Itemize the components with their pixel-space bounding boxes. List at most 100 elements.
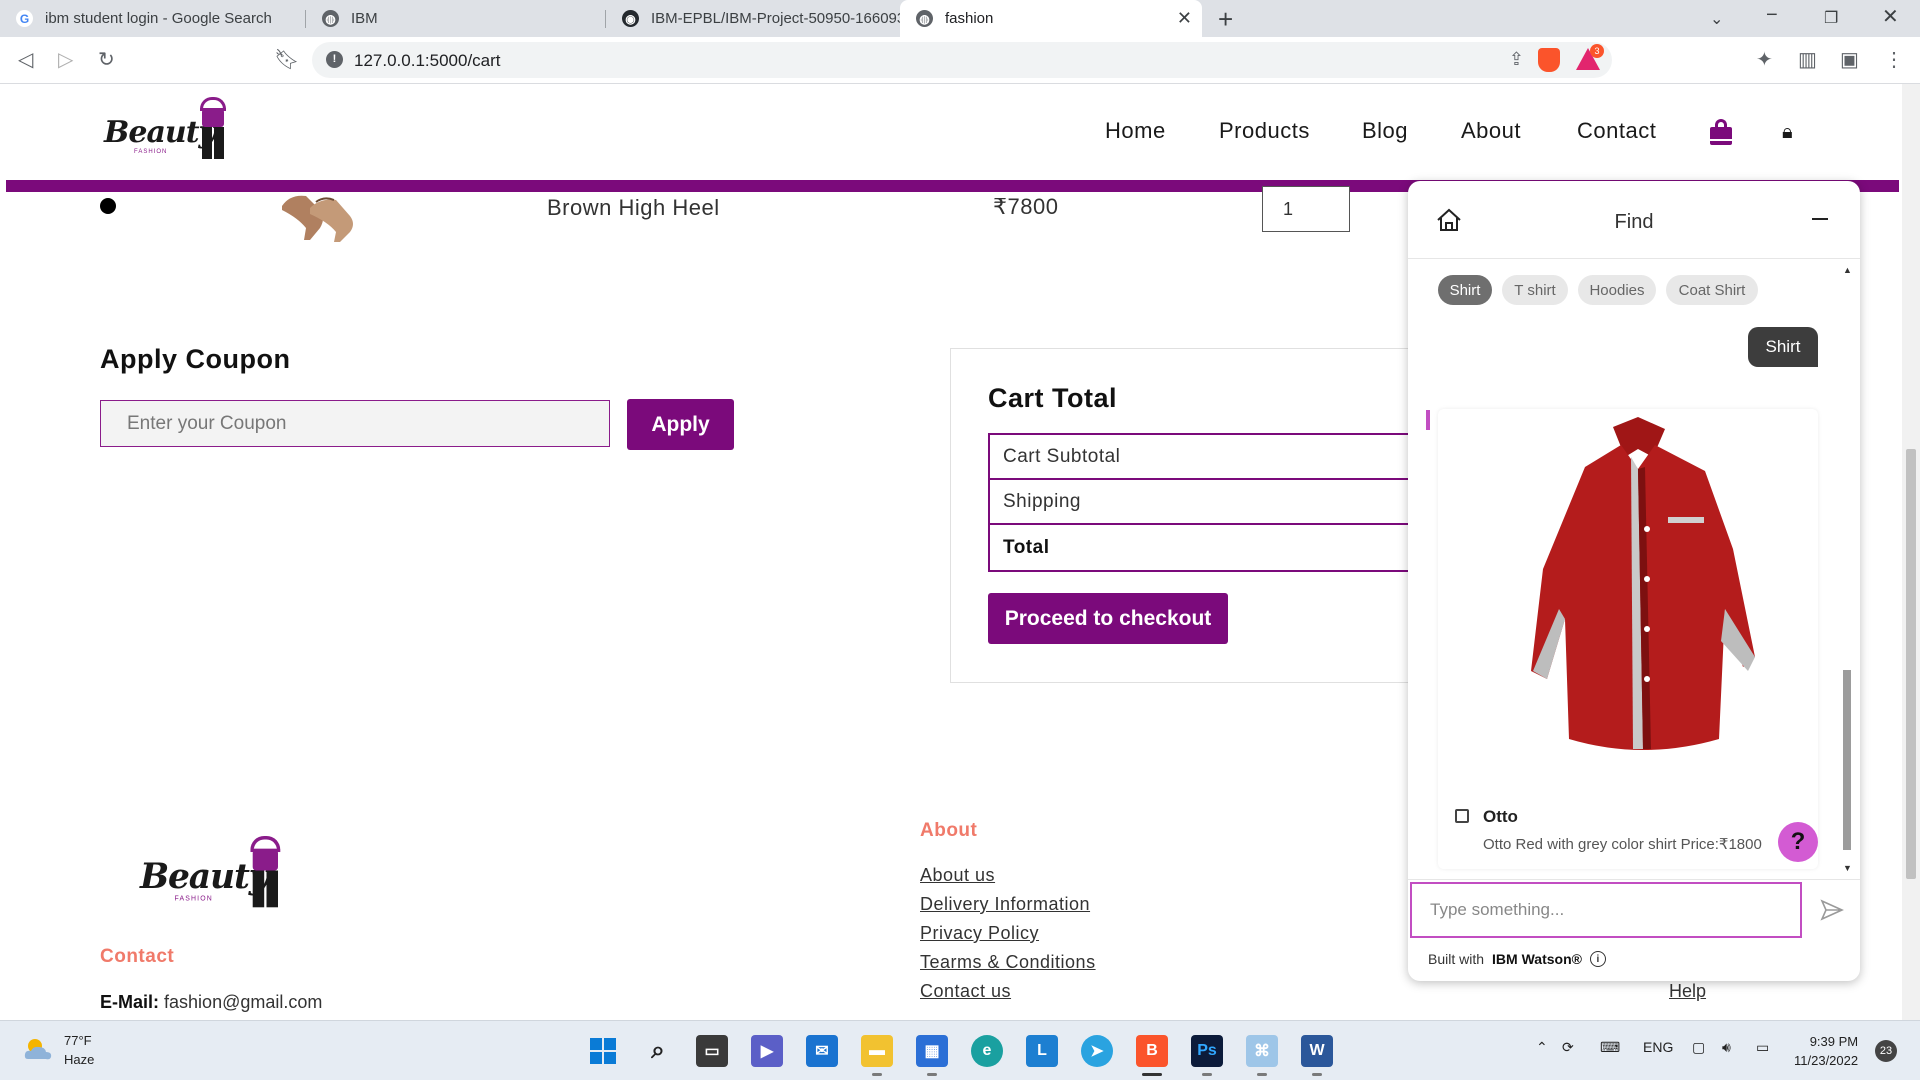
tab-ibm[interactable]: ◍ IBM [306, 0, 606, 37]
teams-chat-icon[interactable]: ▶ [751, 1035, 783, 1067]
search-icon[interactable]: ⌕ [642, 1035, 674, 1067]
address-bar[interactable]: ! 127.0.0.1:5000/cart ⇪ 3 [312, 42, 1612, 78]
image-icon [1455, 809, 1469, 823]
menu-icon[interactable]: ⋮ [1884, 47, 1904, 72]
chat-scrollbar[interactable]: ▲ ▼ [1840, 265, 1854, 875]
remove-item-dot[interactable] [100, 198, 116, 214]
bookmark-icon[interactable]: 🔖︎ [274, 47, 299, 72]
forward-icon[interactable]: ▷ [58, 47, 73, 72]
page-scrollbar-thumb[interactable] [1906, 449, 1916, 879]
system-clock[interactable]: 9:39 PM 11/23/2022 [1794, 1032, 1858, 1070]
network-icon[interactable]: ▢ [1692, 1039, 1705, 1056]
window-close-icon[interactable]: ✕ [1882, 4, 1899, 29]
proceed-to-checkout-button[interactable]: Proceed to checkout [988, 593, 1228, 644]
battery-icon[interactable]: ▭ [1756, 1039, 1769, 1056]
browser-tab-strip: G ibm student login - Google Search ◍ IB… [0, 0, 1920, 37]
chat-input-area [1408, 879, 1860, 939]
scroll-down-icon[interactable]: ▼ [1843, 863, 1852, 873]
tab-github[interactable]: ◉ IBM-EPBL/IBM-Project-50950-166093 [606, 0, 900, 37]
footer-link-privacy[interactable]: Privacy Policy [920, 923, 1039, 944]
brave-icon[interactable]: B [1136, 1035, 1168, 1067]
network-tool-icon[interactable]: ⌘ [1246, 1035, 1278, 1067]
site-info-icon[interactable]: ! [326, 51, 343, 68]
share-icon[interactable]: ⇪ [1509, 49, 1524, 70]
sidebar-icon[interactable]: ▥ [1798, 47, 1817, 72]
footer-about-heading: About [920, 820, 978, 841]
send-icon[interactable] [1820, 898, 1844, 922]
reload-icon[interactable]: ↻ [98, 47, 115, 72]
task-view-icon[interactable]: ▭ [696, 1035, 728, 1067]
windows-taskbar: 77°F Haze ⌕ ▭ ▶ ✉ ▬ ▦ e L ➤ B Ps ⌘ W ⌃ ⟳… [0, 1020, 1920, 1080]
new-tab-icon[interactable]: + [1218, 4, 1233, 35]
restore-icon[interactable]: ❐ [1824, 8, 1838, 28]
l-app-icon[interactable]: L [1026, 1035, 1058, 1067]
nav-home[interactable]: Home [1105, 118, 1166, 144]
url-text: 127.0.0.1:5000/cart [354, 51, 501, 70]
wallet-icon[interactable]: ▣ [1840, 47, 1859, 72]
footer-link-terms[interactable]: Tearms & Conditions [920, 952, 1096, 973]
sync-icon[interactable]: ⟳ [1562, 1039, 1574, 1056]
product-card[interactable]: Otto Otto Red with grey color shirt Pric… [1438, 409, 1818, 869]
email-label: E-Mail: [100, 992, 160, 1012]
tab-fashion[interactable]: ◍ fashion ✕ [900, 0, 1202, 37]
minimize-chat-icon[interactable] [1812, 218, 1828, 220]
back-icon[interactable]: ◁ [18, 47, 33, 72]
nav-contact[interactable]: Contact [1577, 118, 1656, 144]
clock-time: 9:39 PM [1809, 1034, 1859, 1049]
site-header: Beauty FASHION Home Products Blog About … [0, 85, 1902, 180]
file-explorer-icon[interactable]: ▬ [861, 1035, 893, 1067]
coupon-input[interactable] [100, 400, 610, 447]
coupon-title: Apply Coupon [100, 344, 291, 374]
info-icon[interactable]: i [1589, 951, 1606, 967]
weather-haze-icon[interactable] [22, 1035, 54, 1063]
product-image-red-shirt [1531, 417, 1755, 750]
chat-footer: Built with IBM Watson® i [1428, 951, 1606, 967]
cart-item-price: ₹7800 [993, 194, 1059, 219]
tab-search-chevron-icon[interactable]: ⌄ [1710, 9, 1723, 29]
minimize-icon[interactable]: − [1766, 4, 1778, 27]
chat-scrollbar-thumb[interactable] [1843, 670, 1851, 850]
chat-message-input[interactable] [1410, 882, 1802, 938]
tab-google-search[interactable]: G ibm student login - Google Search [0, 0, 306, 37]
show-hidden-icons-chevron-icon[interactable]: ⌃ [1536, 1039, 1548, 1056]
windows-start-icon[interactable] [587, 1035, 619, 1067]
page-scrollbar[interactable] [1902, 84, 1920, 1020]
footer-link-delivery[interactable]: Delivery Information [920, 894, 1090, 915]
footer-link-contact-us[interactable]: Contact us [920, 981, 1011, 1002]
keyboard-icon[interactable]: ⌨ [1600, 1039, 1620, 1056]
mail-icon[interactable]: ✉ [806, 1035, 838, 1067]
volume-icon[interactable]: 🔊︎ [1722, 1039, 1731, 1056]
language-indicator[interactable]: ENG [1643, 1039, 1673, 1055]
email-value: fashion@gmail.com [164, 992, 323, 1012]
apply-coupon-button[interactable]: Apply [627, 399, 734, 450]
shopping-bag-icon[interactable] [1710, 119, 1734, 145]
scroll-up-icon[interactable]: ▲ [1843, 265, 1852, 275]
nav-about[interactable]: About [1461, 118, 1521, 144]
logo-wordmark: Beauty [140, 856, 269, 897]
watson-chat-widget: Find Shirt T shirt Hoodies Coat Shirt Sh… [1408, 181, 1860, 981]
chip-t-shirt[interactable]: T shirt [1502, 275, 1568, 305]
chip-shirt[interactable]: Shirt [1438, 275, 1492, 305]
quantity-input[interactable] [1262, 186, 1350, 232]
help-question-button[interactable]: ? [1778, 822, 1818, 862]
edge-icon[interactable]: e [971, 1035, 1003, 1067]
microsoft-store-icon[interactable]: ▦ [916, 1035, 948, 1067]
close-tab-icon[interactable]: ✕ [1177, 8, 1192, 29]
brave-shields-icon[interactable] [1538, 48, 1560, 72]
photoshop-icon[interactable]: Ps [1191, 1035, 1223, 1067]
lock-icon[interactable]: 🔒︎ [1782, 121, 1793, 144]
nav-products[interactable]: Products [1219, 118, 1310, 144]
word-icon[interactable]: W [1301, 1035, 1333, 1067]
footer-link-about-us[interactable]: About us [920, 865, 995, 886]
extensions-icon[interactable]: ✦ [1756, 47, 1773, 72]
site-logo[interactable]: Beauty FASHION [104, 97, 254, 177]
notification-badge[interactable]: 23 [1875, 1040, 1897, 1062]
telegram-icon[interactable]: ➤ [1081, 1035, 1113, 1067]
chip-coat-shirt[interactable]: Coat Shirt [1666, 275, 1758, 305]
cart-item-name: Brown High Heel [547, 195, 720, 220]
nav-blog[interactable]: Blog [1362, 118, 1408, 144]
footer-logo[interactable]: Beauty FASHION [140, 836, 313, 928]
chat-title: Find [1614, 211, 1654, 233]
footer-link-help[interactable]: Help [1669, 981, 1706, 1002]
chip-hoodies[interactable]: Hoodies [1578, 275, 1656, 305]
